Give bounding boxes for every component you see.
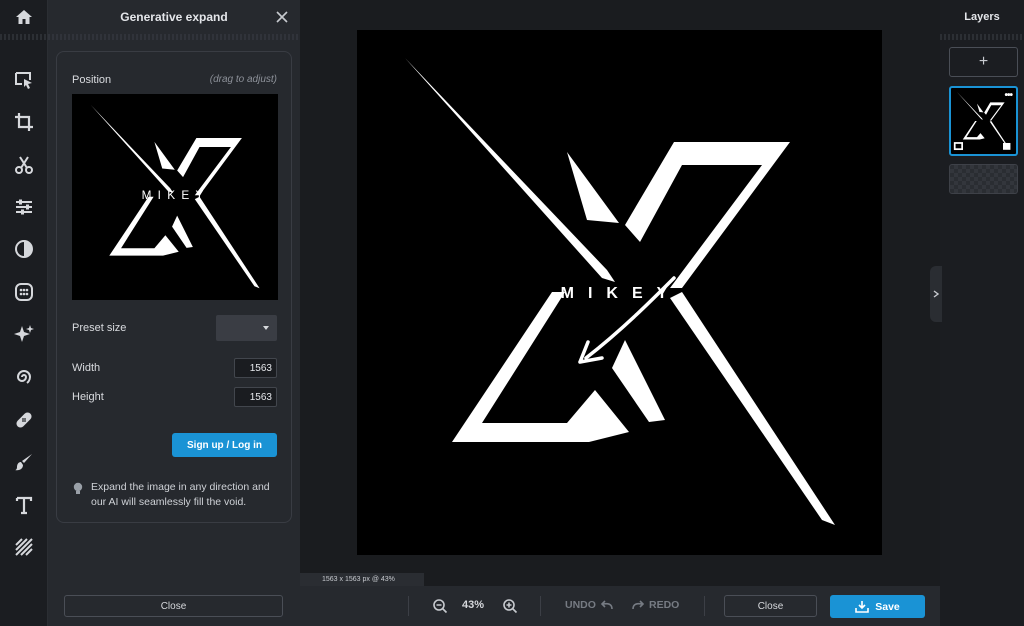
brush-tool[interactable]: [8, 446, 40, 478]
lightbulb-icon: [73, 482, 83, 494]
height-input[interactable]: [234, 387, 277, 407]
zoom-in-icon[interactable]: [502, 598, 518, 614]
close-icon: [276, 11, 288, 23]
generative-expand-panel: Generative expand Position (drag to adju…: [48, 0, 300, 626]
cut-icon: [15, 156, 33, 174]
divider: [704, 596, 705, 616]
canvas-area: MIKEY 1563 x 1563 px @ 43%: [300, 0, 940, 586]
zoom-level: 43%: [462, 599, 485, 611]
layer-item-empty[interactable]: [949, 164, 1018, 194]
texture-icon: [15, 538, 33, 556]
arrange-icon: [15, 72, 32, 89]
spiral-icon: [16, 370, 32, 384]
layer-item[interactable]: •••: [949, 86, 1018, 156]
position-hint: (drag to adjust): [209, 74, 277, 85]
filter-icon: [15, 240, 33, 258]
panel-close-button[interactable]: [272, 7, 292, 27]
undo-button[interactable]: UNDO: [565, 599, 614, 611]
save-label: Save: [875, 600, 900, 613]
expand-settings-card: Position (drag to adjust) MIKEY Preset s…: [56, 51, 292, 523]
effects-icon: [15, 283, 33, 301]
layer-more-button[interactable]: •••: [1004, 90, 1012, 101]
layers-divider: [940, 34, 1024, 40]
arrange-tool[interactable]: [8, 64, 40, 96]
preview-logo-text: MIKEY: [142, 189, 210, 202]
undo-icon: [600, 600, 613, 610]
texture-tool[interactable]: [8, 531, 40, 563]
chevron-right-icon: [933, 290, 939, 298]
filter-tool[interactable]: [8, 233, 40, 265]
height-label: Height: [72, 391, 104, 403]
close-button[interactable]: Close: [724, 595, 817, 617]
left-toolbar: [0, 0, 48, 626]
tip-text: Expand the image in any direction and ou…: [91, 481, 270, 508]
ai-tool[interactable]: [8, 318, 40, 350]
download-icon: [855, 601, 870, 613]
position-label: Position: [72, 74, 112, 86]
text-tool[interactable]: [8, 489, 40, 521]
home-icon: [16, 10, 32, 24]
brush-icon: [15, 454, 32, 471]
preset-size-label: Preset size: [72, 322, 127, 334]
retouch-icon: [16, 412, 32, 428]
retouch-tool[interactable]: [8, 404, 40, 436]
undo-label: UNDO: [565, 599, 596, 611]
signup-login-button[interactable]: Sign up / Log in: [172, 433, 277, 457]
save-button[interactable]: Save: [830, 595, 925, 618]
adjust-icon: [16, 199, 32, 215]
width-label: Width: [72, 362, 101, 374]
bottom-bar: 43% UNDO REDO Close Save: [300, 586, 940, 626]
spiral-tool[interactable]: [8, 361, 40, 393]
crop-icon: [15, 113, 33, 131]
divider: [408, 596, 409, 616]
zoom-out-icon[interactable]: [432, 598, 448, 614]
ai-sparkle-icon: [14, 325, 34, 342]
panel-title: Generative expand: [120, 10, 228, 24]
layers-panel: Layers + •••: [930, 0, 1024, 626]
redo-button[interactable]: REDO: [631, 599, 679, 611]
effects-tool[interactable]: [8, 276, 40, 308]
preset-size-select[interactable]: [216, 315, 277, 341]
panel-close-footer-button[interactable]: Close: [64, 595, 283, 617]
position-preview[interactable]: MIKEY: [72, 94, 278, 300]
preview-logo: MIKEY: [90, 104, 260, 289]
chevron-down-icon: [263, 326, 269, 330]
toolbar-divider: [0, 34, 48, 40]
home-button[interactable]: [0, 0, 48, 34]
app: Generative expand Position (drag to adju…: [0, 0, 1024, 626]
cut-tool[interactable]: [8, 149, 40, 181]
adjust-tool[interactable]: [8, 191, 40, 223]
canvas-size-info: 1563 x 1563 px @ 43%: [300, 573, 424, 586]
panel-divider: [48, 34, 300, 40]
annotation-arrow: [578, 276, 676, 364]
width-input[interactable]: [234, 358, 277, 378]
crop-tool[interactable]: [8, 106, 40, 138]
redo-label: REDO: [649, 599, 680, 611]
layers-title: Layers: [964, 11, 1000, 23]
add-layer-button[interactable]: +: [949, 47, 1018, 77]
redo-icon: [632, 600, 645, 610]
divider: [540, 596, 541, 616]
text-icon: [15, 496, 33, 515]
collapse-panel-tab[interactable]: [930, 266, 942, 322]
